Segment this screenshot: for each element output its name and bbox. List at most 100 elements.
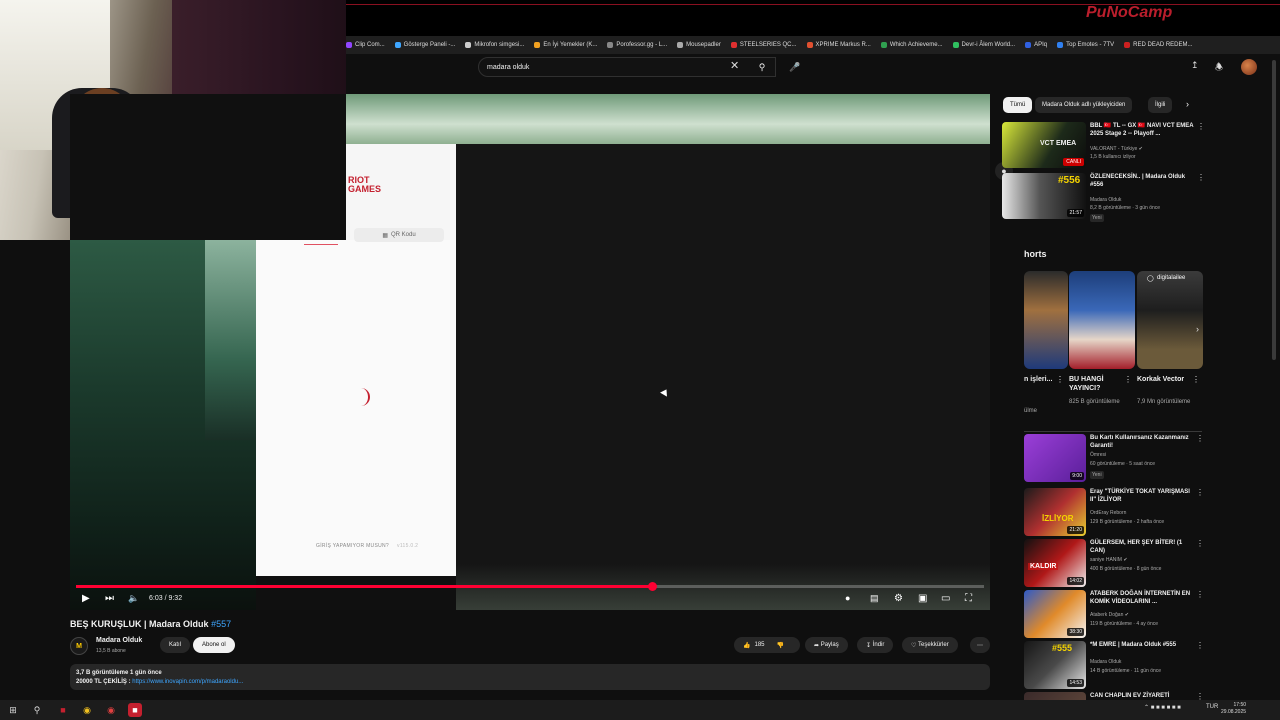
bookmark-item[interactable]: Porofessor.gg - L... [607,42,667,48]
bookmark-item[interactable]: Gösterge Paneli -... [394,42,455,48]
related-title[interactable]: *M EMRE | Madara Olduk #555 [1090,641,1194,649]
join-button[interactable]: Katıl [160,637,191,653]
related-thumbnail[interactable]: #556 21:57 [1002,173,1086,219]
short-thumbnail[interactable]: ◯ digitalailee [1137,271,1203,369]
related-video[interactable]: KALDIR 14:02 GÜLERSEM, HER ŞEY BİTER! (1 C… [1024,539,1204,589]
mic-icon[interactable]: 🎤 [784,57,806,77]
short-thumbnail[interactable] [1069,271,1135,369]
related-title[interactable]: ATABERK DOĞAN İNTERNETİN EN KOMİK VİDEOL… [1090,590,1194,606]
download-button[interactable]: ↧ İndir [857,637,894,653]
taskbar-search-icon[interactable]: ⚲ [30,703,44,717]
channel-name[interactable]: Madara Olduk [96,637,142,644]
related-title[interactable]: Bu Kartı Kullanırsanız Kazanmanız Garant… [1090,434,1194,450]
bookmark-item[interactable]: XPRIME Markus R... [806,42,871,48]
related-title[interactable]: CAN CHAPLIN EV ZİYARETİ [1090,692,1194,700]
windows-icon[interactable]: ⊞ [6,703,20,717]
bookmark-item[interactable]: Clip Com... [346,42,385,48]
qr-code-tab[interactable]: ▦ QR Kodu [354,228,444,242]
more-vert-icon[interactable]: ⋮ [1056,375,1064,384]
cant-sign-in-link[interactable]: GİRİŞ YAPAMIYOR MUSUN? [316,543,389,549]
video-player[interactable]: RIOT GAMES ▦ QR Kodu GİRİŞ YAPAMIYOR MUS… [70,94,990,610]
short-title[interactable]: n işleri... [1024,375,1058,384]
more-vert-icon[interactable]: ⋮ [1196,641,1204,650]
bookmark-item[interactable]: Mousepadler [677,42,721,48]
more-vert-icon[interactable]: ⋮ [1124,375,1132,384]
play-icon[interactable]: ▶ [82,593,90,604]
related-thumbnail[interactable]: 38:30 [1024,590,1086,638]
related-channel[interactable]: Madara Olduk [1090,659,1121,665]
more-actions-button[interactable]: ⋯ [970,637,990,653]
related-thumbnail[interactable]: İZLİYOR 21:20 [1024,488,1086,536]
more-vert-icon[interactable]: ⋮ [1196,539,1204,548]
short-title[interactable]: Korkak Vector [1137,375,1191,384]
more-vert-icon[interactable]: ⋮ [1192,375,1200,384]
related-channel[interactable]: Madara Olduk [1090,197,1121,203]
settings-icon[interactable]: ⚙ [894,593,903,604]
more-vert-icon[interactable]: ⋮ [1196,590,1204,599]
system-tray[interactable]: ⌃ ■ ■ ■ ■ ■ ■ [1144,704,1181,711]
avatar[interactable] [1241,59,1257,75]
related-video[interactable]: VCT EMEA CANLI BBL 🇹🇷 TL -- GX 🇹🇷 NAVI VC… [1002,122,1205,172]
related-thumbnail[interactable]: 9:00 [1024,434,1086,482]
related-title[interactable]: ÖZLENECEKSİN.. | Madara Olduk #556 [1090,173,1194,189]
related-video[interactable]: #556 21:57 ÖZLENECEKSİN.. | Madara Olduk … [1002,173,1205,223]
short-title[interactable]: BU HANGİ YAYINCI? [1069,375,1123,393]
upload-icon[interactable]: ↥ [1191,60,1199,71]
related-title[interactable]: GÜLERSEM, HER ŞEY BİTER! (1 CAN) [1090,539,1194,555]
bookmark-item[interactable]: Which Achieveme... [880,42,943,48]
scrollbar[interactable] [1272,60,1276,360]
fullscreen-icon[interactable]: ⛶ [965,593,972,604]
bookmark-item[interactable]: Top Emotes - 7TV [1057,42,1114,48]
progress-scrubber[interactable] [648,582,657,591]
related-thumbnail[interactable]: KALDIR 14:02 [1024,539,1086,587]
more-vert-icon[interactable]: ⋮ [1196,488,1204,497]
miniplayer-icon[interactable]: ▣ [918,593,927,604]
dislike-icon[interactable]: 👎 [777,642,784,649]
related-channel[interactable]: saniye HANIM ✔ [1090,557,1128,563]
app-icon[interactable]: ■ [56,703,70,717]
description-link[interactable]: https://www.inovapin.com/p/madaraoldu... [132,679,243,685]
chevron-right-icon[interactable]: › [1186,99,1189,109]
bookmark-item[interactable]: En İyi Yemekler (K... [534,42,597,48]
like-button[interactable]: 👍 185 👎 [734,637,800,653]
bookmark-item[interactable]: Mikrofon simgesi... [465,42,524,48]
short-thumbnail[interactable] [1024,271,1068,369]
chip-all[interactable]: Tümü [1003,97,1033,113]
related-video[interactable]: İZLİYOR 21:20 Eray "TÜRKİYE TOKAT YARIŞMAS… [1024,488,1204,538]
volume-icon[interactable]: 🔈 [128,593,139,604]
related-title[interactable]: Eray "TÜRKİYE TOKAT YARIŞMASI II" İZLİYO… [1090,488,1194,504]
app-icon[interactable]: ◉ [104,703,118,717]
bookmark-item[interactable]: Devr-i Âlem World... [952,42,1015,48]
description-box[interactable]: 3,7 B görüntüleme 1 gün önce 20000 TL ÇE… [70,664,990,690]
related-thumbnail[interactable]: #555 14:53 [1024,641,1086,689]
bookmark-item[interactable]: RED DEAD REDEM... [1124,42,1193,48]
related-channel[interactable]: Ömresi [1090,452,1106,458]
more-vert-icon[interactable]: ⋮ [1197,173,1205,182]
chip-from-uploader[interactable]: Madara Olduk adlı yükleyiciden [1035,97,1133,113]
next-icon[interactable]: ⏭ [105,593,114,604]
shorts-next-icon[interactable]: › [1196,324,1199,334]
riot-client-icon[interactable]: ■ [128,703,142,717]
bookmark-item[interactable]: STEELSERIES QC... [730,42,797,48]
share-button[interactable]: ➦ Paylaş [805,637,848,653]
subscribe-button[interactable]: Abone ol [193,637,235,653]
related-channel[interactable]: OrdEray Reborn [1090,510,1126,516]
related-channel[interactable]: Ataberk Doğan ✔ [1090,612,1129,618]
subtitles-icon[interactable]: ▤ [870,593,879,604]
clock[interactable]: 17:50 29.08.2025 [1221,702,1246,716]
related-title[interactable]: BBL 🇹🇷 TL -- GX 🇹🇷 NAVI VCT EMEA 2025 St… [1090,122,1194,138]
related-video[interactable]: 38:30 ATABERK DOĞAN İNTERNETİN EN KOMİK V… [1024,590,1204,640]
chrome-icon[interactable]: ◉ [80,703,94,717]
language-indicator[interactable]: TUR [1206,704,1218,710]
bookmark-item[interactable]: APIq [1025,42,1047,48]
more-vert-icon[interactable]: ⋮ [1196,434,1204,443]
video-hashtag[interactable]: #557 [211,619,231,629]
chip-related[interactable]: İlgili [1148,97,1173,113]
thanks-button[interactable]: ♡ Teşekkürler [902,637,958,653]
clear-search-icon[interactable]: ✕ [730,59,739,72]
theater-icon[interactable]: ▭ [941,593,950,604]
bell-icon[interactable]: 🕭 [1215,60,1223,76]
related-video[interactable]: 9:00 Bu Kartı Kullanırsanız Kazanmanız Ga… [1024,434,1204,484]
related-video[interactable]: #555 14:53 *M EMRE | Madara Olduk #555 Mada… [1024,641,1204,691]
more-vert-icon[interactable]: ⋮ [1197,122,1205,131]
